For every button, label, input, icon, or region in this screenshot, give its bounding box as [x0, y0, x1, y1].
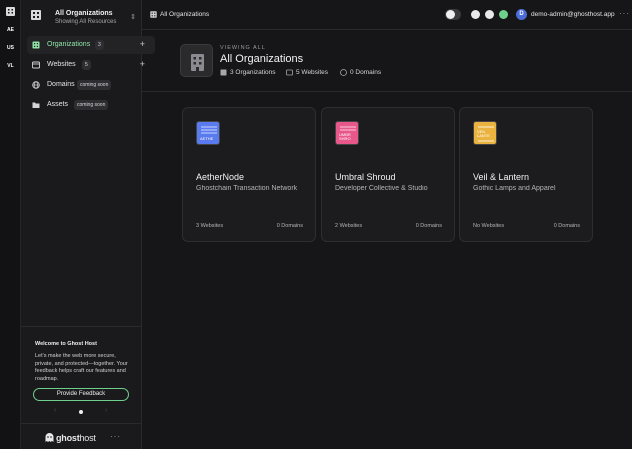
organization-switcher[interactable]: All Organizations Showing All Resources …: [27, 5, 138, 27]
rail-org-vl[interactable]: VL: [5, 61, 16, 72]
organization-description: Developer Collective & Studio: [335, 185, 428, 192]
top-bar: All Organizations D demo-admin@ghosthost…: [142, 0, 632, 30]
organization-name: Umbral Shroud: [335, 172, 396, 182]
building-icon: [180, 44, 213, 77]
organization-name: Veil & Lantern: [473, 172, 530, 182]
chevron-right-icon[interactable]: ›: [105, 407, 107, 414]
organization-thumbnail: VEIL LANTE: [473, 121, 497, 145]
sidebar-footer: ghosthost ···: [21, 423, 142, 449]
sidebar: All Organizations Showing All Resources …: [21, 0, 155, 449]
welcome-title: Welcome to Ghost Host: [35, 341, 97, 347]
globe-icon: [340, 69, 347, 76]
building-icon: [32, 41, 40, 49]
sidebar-item-label: Domains: [47, 81, 75, 88]
building-icon[interactable]: [5, 6, 16, 17]
sidebar-item-domains[interactable]: Domains coming soon: [27, 76, 155, 94]
sidebar-item-websites[interactable]: Websites 5 +: [27, 56, 155, 74]
domain-count: 0 Domains: [276, 223, 303, 229]
organization-name: AetherNode: [196, 172, 245, 182]
page-header: VIEWING ALL All Organizations 3 Organiza…: [142, 30, 632, 92]
sidebar-item-label: Assets: [47, 101, 69, 108]
chevron-left-icon[interactable]: ‹: [54, 407, 56, 414]
page-eyebrow: VIEWING ALL: [220, 45, 266, 51]
folder-icon: [32, 102, 40, 108]
chat-icon[interactable]: [485, 10, 494, 19]
sidebar-item-assets[interactable]: Assets coming soon: [27, 96, 155, 114]
notifications-icon[interactable]: [499, 10, 508, 19]
organization-thumbnail: UMBR SHRO: [335, 121, 359, 145]
switcher-subtitle: Showing All Resources: [55, 19, 117, 25]
more-options-icon[interactable]: ···: [619, 9, 630, 18]
building-icon: [220, 69, 227, 76]
website-count: No Websites: [473, 223, 505, 229]
browser-icon: [32, 61, 40, 69]
org-rail: AE US VL: [0, 0, 21, 449]
organization-description: Ghostchain Transaction Network: [196, 185, 298, 192]
building-icon: [31, 10, 41, 20]
page-title: All Organizations: [220, 53, 304, 65]
rail-org-us[interactable]: US: [5, 43, 16, 54]
organization-card-aethernode[interactable]: AETHE AetherNode Ghostchain Transaction …: [182, 107, 316, 242]
globe-icon: [32, 81, 40, 89]
building-icon: [150, 11, 157, 18]
website-count: 3 Websites: [196, 223, 224, 229]
coming-soon-badge: coming soon: [74, 100, 109, 110]
rail-org-ae[interactable]: AE: [5, 25, 16, 36]
website-count: 2 Websites: [335, 223, 363, 229]
organization-card-umbral-shroud[interactable]: UMBR SHRO Umbral Shroud Developer Collec…: [321, 107, 455, 242]
ghost-host-logo: ghosthost: [56, 433, 96, 443]
sidebar-item-organizations[interactable]: Organizations 3 +: [27, 36, 155, 54]
sidebar-item-label: Organizations: [47, 41, 91, 48]
avatar[interactable]: D: [516, 9, 527, 20]
sidebar-item-label: Websites: [47, 61, 76, 68]
provide-feedback-button[interactable]: Provide Feedback: [33, 388, 129, 401]
organization-description: Gothic Lamps and Apparel: [473, 185, 556, 192]
coming-soon-badge: coming soon: [77, 80, 112, 90]
count-badge: 5: [82, 60, 91, 70]
domain-count: 0 Domains: [553, 223, 580, 229]
welcome-text: Let's make the web more secure, private,…: [35, 353, 128, 382]
ghost-logo-icon: [45, 433, 54, 442]
more-options-icon[interactable]: ···: [110, 432, 121, 441]
organization-card-veil-lantern[interactable]: VEIL LANTE Veil & Lantern Gothic Lamps a…: [459, 107, 593, 242]
help-icon[interactable]: [471, 10, 480, 19]
sidebar-nav: Organizations 3 + Websites 5 + Domains c…: [27, 36, 155, 116]
switcher-title: All Organizations: [55, 10, 113, 17]
welcome-panel: Welcome to Ghost Host Let's make the web…: [21, 326, 142, 422]
chevron-up-down-icon: ⇕: [130, 14, 136, 21]
count-badge: 3: [95, 40, 104, 50]
carousel-dot[interactable]: [79, 410, 83, 414]
organization-thumbnail: AETHE: [196, 121, 220, 145]
browser-icon: [286, 69, 293, 76]
breadcrumb[interactable]: All Organizations: [160, 11, 209, 18]
user-email[interactable]: demo-admin@ghosthost.app: [531, 11, 615, 18]
domain-count: 0 Domains: [415, 223, 442, 229]
theme-toggle-icon[interactable]: [445, 9, 461, 20]
